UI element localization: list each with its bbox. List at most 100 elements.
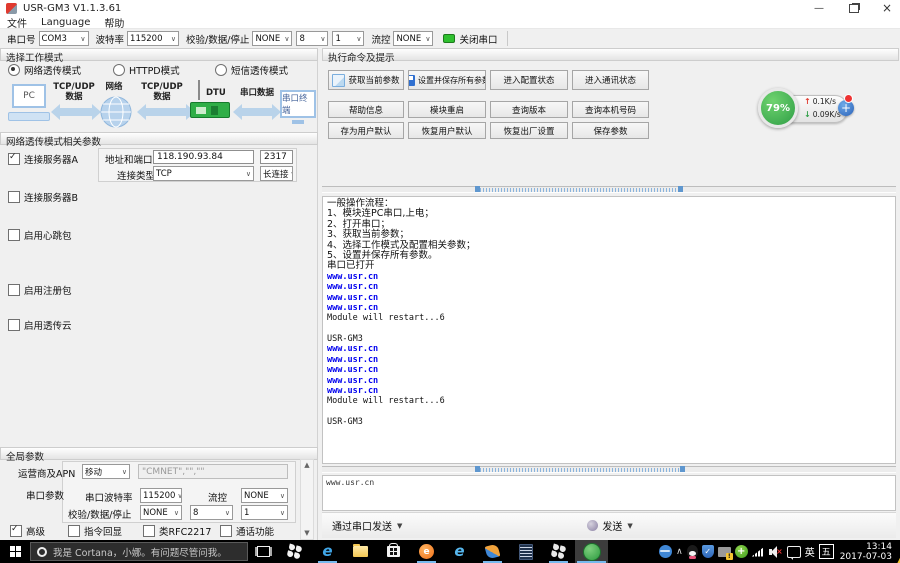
log-line-link: www.usr.cn <box>327 272 891 282</box>
taskbar-app-calculator[interactable] <box>509 540 542 563</box>
restore-button[interactable] <box>841 0 867 16</box>
scroll-down-icon[interactable]: ▼ <box>301 528 313 539</box>
save-user-default-button[interactable]: 存为用户默认 <box>328 122 404 139</box>
tray-language[interactable]: 英 <box>805 540 815 563</box>
scroll-up-icon[interactable]: ▲ <box>301 460 313 471</box>
taskbar-app-ie[interactable]: e <box>443 540 476 563</box>
flow-select[interactable]: NONE∨ <box>393 31 433 46</box>
360-float-ball[interactable]: ↑0.1K/s ↓0.09K/s 79% + <box>758 88 854 130</box>
tray-wifi[interactable] <box>752 540 765 563</box>
stopbits-select[interactable]: 1∨ <box>332 31 364 46</box>
baud-select[interactable]: 115200∨ <box>127 31 179 46</box>
menu-language[interactable]: Language <box>34 17 97 28</box>
global-flow-select[interactable]: NONE∨ <box>241 488 288 503</box>
global-baud-select[interactable]: 115200∨ <box>140 488 182 503</box>
carrier-select[interactable]: 移动∨ <box>82 464 130 479</box>
menu-file[interactable]: 文件 <box>0 15 34 30</box>
address-input[interactable]: 118.190.93.84 <box>153 150 254 164</box>
enter-comm-button[interactable]: 进入通讯状态 <box>572 70 649 90</box>
taskbar-app-explorer[interactable] <box>344 540 377 563</box>
send-sphere-icon <box>587 520 598 531</box>
tray-show-hidden[interactable]: ∧ <box>676 540 683 563</box>
camera-warning-icon <box>718 547 731 557</box>
get-params-button[interactable]: 获取当前参数 <box>328 70 404 90</box>
restore-icon <box>849 4 859 13</box>
log-line-link: www.usr.cn <box>327 344 891 354</box>
taskbar-app-edge[interactable]: e <box>311 540 344 563</box>
taskbar-app-360browser[interactable]: e <box>410 540 443 563</box>
tray-green-cross[interactable]: + <box>735 540 748 563</box>
advanced-checkbox[interactable]: 高级 <box>10 524 45 538</box>
cloud-checkbox[interactable]: 启用透传云 <box>8 318 72 332</box>
global-parity-select[interactable]: NONE∨ <box>140 505 182 520</box>
slider-thumb-right[interactable] <box>678 186 683 192</box>
register-packet-checkbox[interactable]: 启用注册包 <box>8 283 72 297</box>
conn-type-select[interactable]: TCP∨ <box>153 166 254 181</box>
tray-network-status[interactable]: ▲ <box>659 540 672 563</box>
server-a-checkbox[interactable]: 连接服务器A <box>8 152 78 166</box>
minimize-button[interactable]: — <box>806 0 832 16</box>
tray-message[interactable] <box>787 540 801 563</box>
send-via-serial-button[interactable]: 通过串口发送 <box>332 518 392 533</box>
set-save-params-button[interactable]: 设置并保存所有参数 <box>408 70 486 90</box>
radio-net-passthrough[interactable]: 网络透传模式 <box>8 63 81 77</box>
tray-camera-warning[interactable] <box>718 540 731 563</box>
slider-thumb-right[interactable] <box>680 466 685 472</box>
call-checkbox[interactable]: 通话功能 <box>220 524 274 538</box>
rfc2217-checkbox[interactable]: 类RFC2217 <box>143 524 211 538</box>
memory-percent-ball[interactable]: 79% <box>758 88 798 128</box>
taskbar-app-usr-gm3[interactable] <box>575 540 608 563</box>
desktop: USR-GM3 V1.1.3.61 — × 文件 Language 帮助 串口号… <box>0 0 900 563</box>
tray-clock[interactable]: 13:14 2017-07-03 <box>840 542 892 562</box>
log-top-slider[interactable] <box>322 186 896 193</box>
databits-select[interactable]: 8∨ <box>296 31 328 46</box>
task-view-button[interactable] <box>248 540 278 563</box>
radio-httpd[interactable]: HTTPD模式 <box>113 63 180 77</box>
query-version-button[interactable]: 查询版本 <box>490 101 568 118</box>
radio-sms-passthrough[interactable]: 短信透传模式 <box>215 63 288 77</box>
tray-qq[interactable] <box>687 540 698 563</box>
start-button[interactable] <box>0 540 30 563</box>
global-section-header: 全局参数 <box>0 447 318 460</box>
global-scrollbar[interactable]: ▲ ▼ <box>300 459 314 540</box>
send-top-slider[interactable] <box>322 466 896 473</box>
close-port-button[interactable]: 关闭串口 <box>459 32 497 46</box>
echo-checkbox[interactable]: 指令回显 <box>68 524 122 538</box>
taskbar-app-360safety[interactable] <box>476 540 509 563</box>
slider-thumb-left[interactable] <box>475 466 480 472</box>
restore-user-default-button[interactable]: 恢复用户默认 <box>408 122 486 139</box>
help-info-button[interactable]: 帮助信息 <box>328 101 404 118</box>
keyboard-icon <box>8 112 50 121</box>
checkbox-icon <box>8 191 20 203</box>
global-stopbits-select[interactable]: 1∨ <box>241 505 288 520</box>
tray-volume[interactable]: × <box>769 540 783 563</box>
menu-help[interactable]: 帮助 <box>97 15 131 30</box>
factory-reset-button[interactable]: 恢复出厂设置 <box>490 122 568 139</box>
global-databits-select[interactable]: 8∨ <box>190 505 233 520</box>
slider-thumb-left[interactable] <box>475 186 480 192</box>
heartbeat-checkbox[interactable]: 启用心跳包 <box>8 228 72 242</box>
server-b-checkbox[interactable]: 连接服务器B <box>8 190 78 204</box>
taskbar-app-pinwheel-dark[interactable] <box>542 540 575 563</box>
tray-ime[interactable]: 五 <box>819 540 834 563</box>
taskbar-app-pinwheel[interactable] <box>278 540 311 563</box>
close-button[interactable]: × <box>874 0 900 16</box>
send-button[interactable]: 发送 ▼ <box>587 518 632 533</box>
checkbox-icon <box>8 319 20 331</box>
enter-config-button[interactable]: 进入配置状态 <box>490 70 568 90</box>
network-globe-icon <box>659 545 672 558</box>
taskbar-app-store[interactable] <box>377 540 410 563</box>
parity-select[interactable]: NONE∨ <box>252 31 292 46</box>
apn-value-field: "CMNET","","" <box>138 464 288 479</box>
tray-360-shield[interactable]: ✓ <box>702 540 714 563</box>
log-textarea[interactable]: 一般操作流程： 1、模块连PC串口,上电； 2、打开串口； 3、获取当前参数； … <box>322 196 896 464</box>
conn-mode-select[interactable]: 长连接∨ <box>260 166 293 181</box>
module-restart-button[interactable]: 模块重启 <box>408 101 486 118</box>
port-input[interactable]: 2317 <box>260 150 293 164</box>
save-params-button[interactable]: 保存参数 <box>572 122 649 139</box>
log-line: USR-GM3 <box>327 417 891 427</box>
port-select[interactable]: COM3∨ <box>39 31 89 46</box>
cortana-search-box[interactable]: 我是 Cortana，小娜。有问题尽管问我。 <box>30 542 248 561</box>
query-number-button[interactable]: 查询本机号码 <box>572 101 649 118</box>
send-textarea[interactable]: www.usr.cn <box>322 475 896 511</box>
